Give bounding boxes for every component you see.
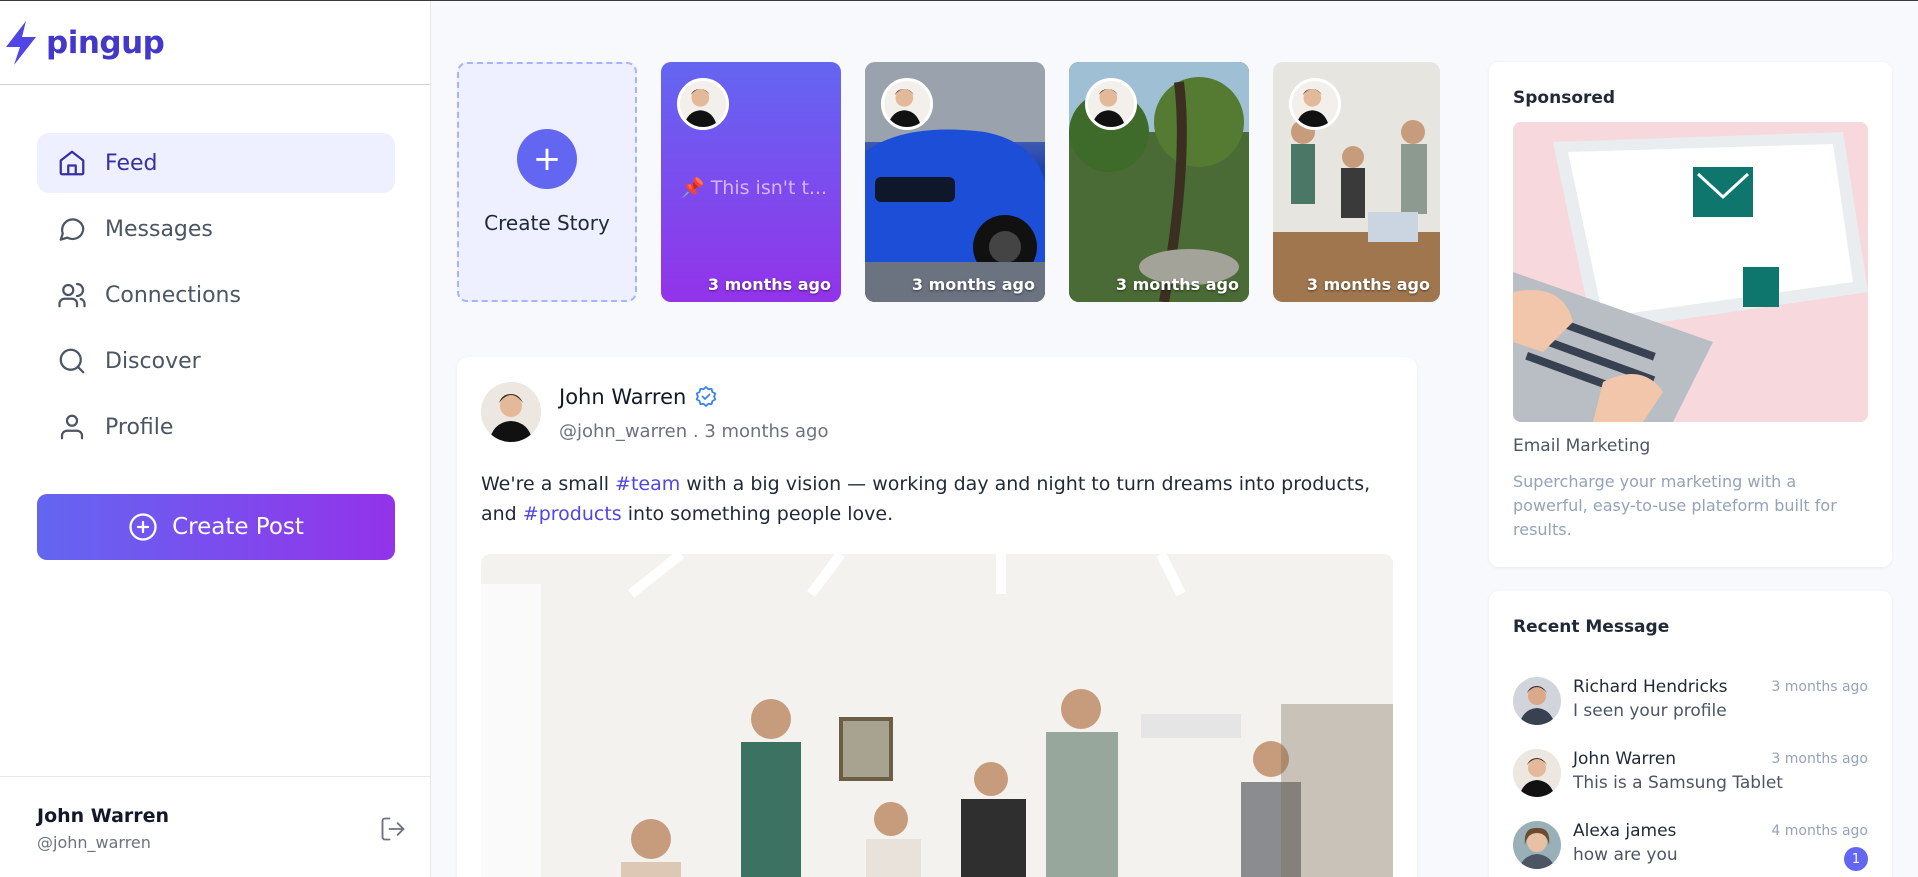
nav-item-profile[interactable]: Profile <box>37 397 395 457</box>
ad-name[interactable]: Email Marketing <box>1513 436 1650 456</box>
message-circle-icon <box>59 218 85 241</box>
create-post-label: Create Post <box>172 514 304 540</box>
recent-messages-card: Recent Message Richard Hendricks I seen … <box>1489 591 1892 877</box>
sponsored-card: Sponsored Email Marketing Supercharge yo… <box>1489 62 1892 567</box>
story-time: 3 months ago <box>1115 275 1239 294</box>
story-card[interactable]: 3 months ago <box>1273 62 1440 302</box>
avatar <box>677 78 729 130</box>
lightning-bolt-icon <box>6 20 36 65</box>
message-item[interactable]: John Warren This is a Samsung Tablet 3 m… <box>1513 747 1868 799</box>
nav-item-connections[interactable]: Connections <box>37 265 395 325</box>
story-text: 📌 This isn't t... <box>681 177 828 199</box>
post-text-segment: into something people love. <box>621 503 894 525</box>
create-story-label: Create Story <box>484 211 610 235</box>
recent-messages-title: Recent Message <box>1513 617 1670 637</box>
message-item[interactable]: Richard Hendricks I seen your profile 3 … <box>1513 675 1868 727</box>
stories-row: + Create Story 📌 This isn't t... 3 month… <box>457 62 1440 302</box>
avatar <box>1513 677 1561 725</box>
sidebar: pingup Feed Messages Connections Discove… <box>0 1 431 877</box>
message-time: 4 months ago <box>1771 823 1868 839</box>
user-icon <box>60 414 84 440</box>
meta-separator: . <box>687 421 705 442</box>
avatar[interactable] <box>481 382 541 442</box>
current-user-handle: @john_warren <box>37 833 151 852</box>
story-time: 3 months ago <box>911 275 1035 294</box>
nav-item-label: Messages <box>105 216 213 242</box>
current-user-name: John Warren <box>37 805 170 827</box>
avatar <box>1289 78 1341 130</box>
story-time: 3 months ago <box>707 275 831 294</box>
users-icon <box>58 282 86 308</box>
post-image[interactable] <box>481 554 1393 877</box>
nav-item-label: Connections <box>105 282 241 308</box>
message-preview: This is a Samsung Tablet <box>1573 773 1783 793</box>
post-text-segment: We're a small <box>481 473 616 495</box>
current-user-card: John Warren @john_warren <box>0 776 431 877</box>
avatar <box>1513 749 1561 797</box>
post-author[interactable]: John Warren <box>559 385 718 409</box>
logo-text: pingup <box>46 24 165 61</box>
avatar <box>1513 821 1561 869</box>
nav-item-label: Profile <box>105 414 174 440</box>
hashtag-link[interactable]: #products <box>523 503 622 525</box>
ad-description: Supercharge your marketing with a powerf… <box>1513 472 1837 539</box>
nav-item-label: Discover <box>105 348 201 374</box>
main-nav: Feed Messages Connections Discover Profi… <box>37 133 395 463</box>
nav-item-discover[interactable]: Discover <box>37 331 395 391</box>
post-text: We're a small #team with a big vision — … <box>481 469 1381 529</box>
message-time: 3 months ago <box>1771 679 1868 695</box>
nav-item-label: Feed <box>105 150 158 176</box>
message-sender: John Warren <box>1573 749 1677 769</box>
message-sender: Alexa james <box>1573 821 1677 841</box>
avatar <box>881 78 933 130</box>
verified-badge-icon <box>696 386 717 407</box>
create-story-card[interactable]: + Create Story <box>457 62 637 302</box>
hashtag-link[interactable]: #team <box>615 473 680 495</box>
story-card[interactable]: 3 months ago <box>865 62 1045 302</box>
avatar <box>1085 78 1137 130</box>
search-icon <box>59 348 85 374</box>
post-time: 3 months ago <box>704 421 829 442</box>
post-card: John Warren @john_warren . 3 months ago … <box>457 357 1417 877</box>
post-author-name: John Warren <box>559 385 687 409</box>
message-preview: I seen your profile <box>1573 701 1727 721</box>
logout-icon[interactable] <box>379 815 407 843</box>
message-sender: Richard Hendricks <box>1573 677 1728 697</box>
story-time: 3 months ago <box>1306 275 1430 294</box>
plus-circle-icon <box>129 513 157 541</box>
create-post-button[interactable]: Create Post <box>37 494 395 560</box>
message-preview: how are you <box>1573 845 1678 865</box>
unread-badge: 1 <box>1844 847 1868 871</box>
nav-item-messages[interactable]: Messages <box>37 199 395 259</box>
plus-icon: + <box>517 129 577 189</box>
story-card[interactable]: 3 months ago <box>1069 62 1249 302</box>
home-icon <box>59 150 85 176</box>
post-meta: @john_warren . 3 months ago <box>559 421 829 442</box>
post-handle: @john_warren <box>559 421 688 442</box>
ad-image[interactable] <box>1513 122 1868 422</box>
message-item[interactable]: Alexa james how are you 4 months ago 1 <box>1513 819 1868 871</box>
sponsored-title: Sponsored <box>1513 88 1616 108</box>
nav-item-feed[interactable]: Feed <box>37 133 395 193</box>
story-card[interactable]: 📌 This isn't t... 3 months ago <box>661 62 841 302</box>
logo[interactable]: pingup <box>0 1 430 85</box>
message-time: 3 months ago <box>1771 751 1868 767</box>
